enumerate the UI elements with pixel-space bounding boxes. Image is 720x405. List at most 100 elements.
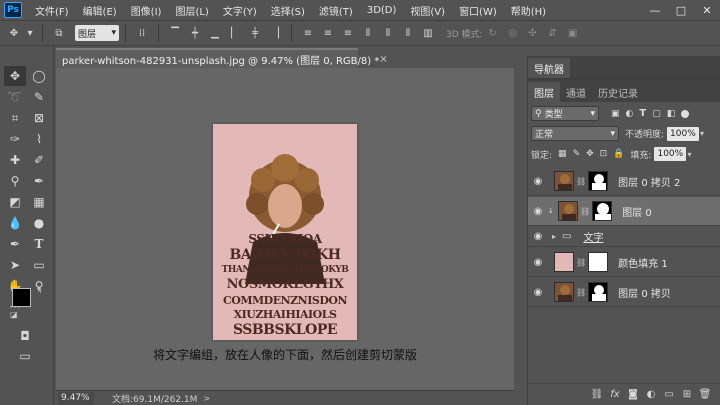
default-colors-icon[interactable]: ◪ (10, 310, 18, 319)
3d-roll-icon[interactable]: ◎ (505, 25, 521, 41)
tab-channels[interactable]: 通道 (560, 82, 592, 102)
align-vcenter-icon[interactable]: ┿ (187, 25, 203, 41)
filter-shape-icon[interactable]: ▢ (652, 109, 661, 119)
visibility-eye-icon[interactable]: ◉ (528, 287, 548, 298)
filter-adjustment-icon[interactable]: ◐ (626, 109, 634, 119)
menu-3d[interactable]: 3D(D) (360, 5, 404, 16)
visibility-eye-icon[interactable]: ◉ (528, 231, 548, 242)
type-tool-icon[interactable]: T (28, 234, 50, 254)
distribute-hcenter-icon[interactable]: ⦀ (380, 25, 396, 41)
visibility-eye-icon[interactable]: ◉ (528, 176, 548, 187)
lock-position-icon[interactable]: ✥ (586, 149, 594, 159)
canvas-area[interactable]: SSHO AIOA BAIHEV WIKH THANFDDANT TBNTOKY… (56, 68, 514, 390)
tab-layers[interactable]: 图层 (528, 82, 560, 102)
distribute-right-icon[interactable]: ⦀ (400, 25, 416, 41)
lasso-tool-icon[interactable]: ➰ (4, 87, 26, 107)
blur-tool-icon[interactable]: 💧 (4, 213, 26, 233)
chevron-down-icon[interactable]: ▾ (687, 150, 691, 159)
gradient-tool-icon[interactable]: ▦ (28, 192, 50, 212)
path-select-icon[interactable]: ➤ (4, 255, 26, 275)
3d-scale-icon[interactable]: ▣ (565, 25, 581, 41)
align-left-icon[interactable]: ▏ (227, 25, 243, 41)
distribute-top-icon[interactable]: ≡ (300, 25, 316, 41)
blend-mode-dropdown[interactable]: 正常 ▾ (531, 126, 619, 141)
zoom-field[interactable]: 9.47% (58, 391, 94, 405)
quick-select-tool-icon[interactable]: ✎ (28, 87, 50, 107)
marquee-tool-icon[interactable]: ◯ (28, 66, 50, 86)
layer-row[interactable]: ◉ ⛓ 颜色填充 1 (528, 248, 720, 277)
align-bottom-icon[interactable]: ▁ (207, 25, 223, 41)
move-tool-icon[interactable]: ✥ (6, 25, 22, 41)
screen-mode-icon[interactable]: ▭ (14, 346, 36, 366)
menu-view[interactable]: 视图(V) (403, 3, 452, 18)
minimize-button[interactable]: — (642, 0, 668, 20)
3d-orbit-icon[interactable]: ↻ (485, 25, 501, 41)
crop-tool-icon[interactable]: ⌗ (4, 108, 26, 128)
eyedropper-tool-icon[interactable]: ✑ (4, 129, 26, 149)
fx-icon[interactable]: fx (606, 389, 624, 400)
3d-slide-icon[interactable]: ⇵ (545, 25, 561, 41)
close-window-button[interactable]: ✕ (694, 0, 720, 20)
rectangle-tool-icon[interactable]: ▭ (28, 255, 50, 275)
menu-type[interactable]: 文字(Y) (216, 3, 264, 18)
mask-icon[interactable]: ◙ (624, 389, 642, 400)
link-mask-icon[interactable]: ⛓ (580, 207, 590, 216)
quick-mask-icon[interactable]: ◘ (14, 326, 36, 346)
align-top-icon[interactable]: ▔ (167, 25, 183, 41)
lock-artboard-icon[interactable]: ⊡ (600, 149, 608, 159)
distribute-bottom-icon[interactable]: ≡ (340, 25, 356, 41)
lock-all-icon[interactable]: 🔒 (613, 149, 624, 159)
transform-controls-icon[interactable]: ⁞⁞ (134, 25, 150, 41)
layer-row[interactable]: ◉ ⛓ 图层 0 拷贝 (528, 278, 720, 307)
filter-type-icon[interactable]: T (639, 108, 646, 119)
clone-stamp-icon[interactable]: ⚲ (4, 171, 26, 191)
frame-tool-icon[interactable]: ⊠ (28, 108, 50, 128)
close-tab-icon[interactable]: × (379, 54, 387, 65)
link-mask-icon[interactable]: ⛓ (576, 288, 586, 297)
chevron-down-icon[interactable]: ▾ (700, 129, 704, 138)
new-layer-icon[interactable]: ⊞ (678, 389, 696, 400)
brush-tool-icon[interactable]: ✐ (28, 150, 50, 170)
eraser-tool-icon[interactable]: ◩ (4, 192, 26, 212)
move-tool-icon[interactable]: ✥ (4, 66, 26, 86)
filter-smart-icon[interactable]: ◧ (667, 109, 676, 119)
auto-align-icon[interactable]: ▥ (420, 25, 436, 41)
chevron-down-icon[interactable]: ▾ (26, 25, 34, 41)
auto-select-dropdown[interactable]: 图层 ▾ (75, 25, 119, 41)
layer-filter-dropdown[interactable]: ⚲ 类型 ▾ (531, 106, 599, 121)
fill-field[interactable]: 100% (654, 147, 687, 161)
auto-select-icon[interactable]: ⧉ (51, 25, 67, 41)
pen-tool-icon[interactable]: ✒ (4, 234, 26, 254)
swap-colors-icon[interactable]: ↰ (36, 286, 43, 295)
opacity-field[interactable]: 100% (667, 126, 700, 141)
tab-navigator[interactable]: 导航器 (528, 58, 570, 78)
align-right-icon[interactable]: ▕ (267, 25, 283, 41)
visibility-eye-icon[interactable]: ◉ (528, 257, 548, 268)
menu-help[interactable]: 帮助(H) (504, 3, 553, 18)
menu-select[interactable]: 选择(S) (264, 3, 312, 18)
distribute-left-icon[interactable]: ⦀ (360, 25, 376, 41)
tab-history[interactable]: 历史记录 (592, 82, 644, 102)
adjustment-icon[interactable]: ◐ (642, 389, 660, 400)
layer-group-row[interactable]: ◉ ▸ ▭ 文字 (528, 227, 720, 247)
menu-file[interactable]: 文件(F) (28, 3, 76, 18)
distribute-vcenter-icon[interactable]: ≡ (320, 25, 336, 41)
trash-icon[interactable]: 🗑 (696, 389, 714, 400)
chevron-right-icon[interactable]: ▸ (552, 232, 556, 241)
link-mask-icon[interactable]: ⛓ (576, 177, 586, 186)
dodge-tool-icon[interactable]: ● (28, 213, 50, 233)
lock-transparent-icon[interactable]: ▦ (558, 149, 567, 159)
menu-window[interactable]: 窗口(W) (452, 3, 504, 18)
layer-row-selected[interactable]: ◉ ↓ ⛓ 图层 0 (528, 197, 720, 226)
link-mask-icon[interactable]: ⛓ (576, 258, 586, 267)
filter-toggle-icon[interactable] (681, 109, 690, 118)
menu-filter[interactable]: 滤镜(T) (312, 3, 360, 18)
menu-edit[interactable]: 编辑(E) (76, 3, 124, 18)
link-icon[interactable]: ⛓ (588, 389, 606, 400)
filter-pixel-icon[interactable]: ▣ (611, 109, 620, 119)
lock-image-icon[interactable]: ✎ (573, 149, 581, 159)
folder-icon[interactable]: ▭ (660, 389, 678, 400)
visibility-eye-icon[interactable]: ◉ (528, 206, 548, 217)
history-brush-icon[interactable]: ✒ (28, 171, 50, 191)
healing-brush-icon[interactable]: ✚ (4, 150, 26, 170)
